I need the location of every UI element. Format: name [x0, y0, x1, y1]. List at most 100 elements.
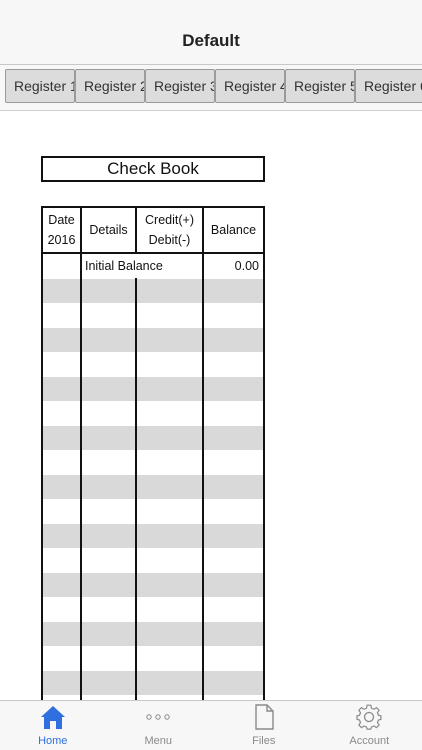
row-credit-cell[interactable] [135, 303, 202, 328]
row-credit-cell[interactable] [135, 328, 202, 353]
row-details-cell[interactable] [80, 450, 135, 475]
ledger-row[interactable] [43, 597, 263, 622]
tab-menu[interactable]: Menu [106, 701, 212, 750]
row-balance-cell [202, 450, 263, 475]
row-details-cell[interactable] [80, 597, 135, 622]
row-details-cell[interactable] [80, 671, 135, 696]
row-details-cell[interactable] [80, 622, 135, 647]
header-credit-debit: Credit(+) Debit(-) [135, 208, 202, 252]
row-date-cell[interactable] [43, 646, 80, 671]
row-date-cell[interactable] [43, 524, 80, 549]
ledger-row[interactable] [43, 401, 263, 426]
row-date-cell[interactable] [43, 499, 80, 524]
row-credit-cell[interactable] [135, 524, 202, 549]
ledger-row[interactable] [43, 523, 263, 549]
register-tab-5[interactable]: Register 5 [285, 69, 355, 103]
row-date-cell[interactable] [43, 377, 80, 402]
row-date-cell[interactable] [43, 573, 80, 598]
row-credit-cell[interactable] [135, 352, 202, 377]
row-credit-cell[interactable] [135, 475, 202, 500]
row-details-cell[interactable] [80, 524, 135, 549]
register-tab-2[interactable]: Register 2 [75, 69, 145, 103]
row-details-cell[interactable] [80, 279, 135, 304]
initial-balance-row[interactable]: Initial Balance 0.00 [43, 254, 263, 279]
row-details-cell[interactable] [80, 401, 135, 426]
row-credit-cell[interactable] [135, 671, 202, 696]
ledger-row[interactable] [43, 376, 263, 402]
row-date-cell[interactable] [43, 328, 80, 353]
ledger-row[interactable] [43, 572, 263, 598]
ledger-row[interactable] [43, 474, 263, 500]
header-debit-label: Debit(-) [148, 233, 191, 247]
ledger-row[interactable] [43, 278, 263, 304]
tab-account[interactable]: Account [317, 701, 422, 750]
row-date-cell[interactable] [43, 279, 80, 304]
row-date-cell[interactable] [43, 254, 80, 279]
row-details-cell[interactable] [80, 548, 135, 573]
ledger-row[interactable] [43, 425, 263, 451]
ledger-row[interactable] [43, 327, 263, 353]
row-balance-cell [202, 597, 263, 622]
ledger-row[interactable] [43, 499, 263, 524]
row-credit-cell[interactable] [135, 279, 202, 304]
row-date-cell[interactable] [43, 671, 80, 696]
ledger-row[interactable] [43, 303, 263, 328]
row-date-cell[interactable] [43, 303, 80, 328]
register-tab-6[interactable]: Register 6 [355, 69, 422, 103]
row-details-cell[interactable] [80, 646, 135, 671]
divider-credit [202, 208, 204, 700]
row-balance-cell [202, 499, 263, 524]
row-details-cell[interactable] [80, 426, 135, 451]
row-credit-cell[interactable] [135, 377, 202, 402]
row-date-cell[interactable] [43, 622, 80, 647]
row-credit-cell[interactable] [135, 573, 202, 598]
row-date-cell[interactable] [43, 401, 80, 426]
ledger-row[interactable] [43, 548, 263, 573]
row-date-cell[interactable] [43, 352, 80, 377]
header-credit-label: Credit(+) [145, 213, 194, 227]
row-details-cell[interactable] [80, 499, 135, 524]
row-date-cell[interactable] [43, 475, 80, 500]
row-credit-cell[interactable] [135, 622, 202, 647]
row-date-cell[interactable] [43, 597, 80, 622]
file-icon [254, 702, 274, 732]
register-tab-4[interactable]: Register 4 [215, 69, 285, 103]
divider-details [135, 278, 137, 700]
register-tab-1[interactable]: Register 1 [5, 69, 75, 103]
ledger-row[interactable] [43, 646, 263, 671]
row-details-cell[interactable] [80, 475, 135, 500]
row-credit-cell[interactable] [135, 401, 202, 426]
row-credit-cell[interactable] [135, 499, 202, 524]
row-details-cell[interactable] [80, 377, 135, 402]
row-date-cell[interactable] [43, 548, 80, 573]
row-details-cell[interactable] [80, 303, 135, 328]
row-credit-cell[interactable] [135, 646, 202, 671]
register-tab-3[interactable]: Register 3 [145, 69, 215, 103]
header-date-year: 2016 [47, 233, 76, 247]
row-credit-cell[interactable] [135, 548, 202, 573]
header-details: Details [80, 208, 135, 252]
row-details-cell[interactable] [80, 573, 135, 598]
checkbook-ledger: Date 2016 Details Credit(+) Debit(-) Bal… [41, 206, 265, 700]
tab-files-label: Files [252, 735, 276, 747]
row-balance-cell [202, 279, 263, 304]
ledger-row[interactable] [43, 352, 263, 377]
ledger-header: Date 2016 Details Credit(+) Debit(-) Bal… [43, 208, 263, 254]
row-credit-cell[interactable] [135, 450, 202, 475]
ledger-row[interactable] [43, 621, 263, 647]
row-details-cell[interactable] [80, 352, 135, 377]
row-balance-cell [202, 524, 263, 549]
row-date-cell[interactable] [43, 426, 80, 451]
page-title: Default [182, 31, 240, 50]
tab-files[interactable]: Files [211, 701, 317, 750]
tab-home[interactable]: Home [0, 701, 106, 750]
ledger-row[interactable] [43, 450, 263, 475]
row-credit-cell[interactable] [135, 426, 202, 451]
row-date-cell[interactable] [43, 450, 80, 475]
row-credit-cell[interactable] [135, 597, 202, 622]
ledger-row[interactable] [43, 670, 263, 696]
row-details-cell[interactable] [80, 328, 135, 353]
row-credit-cell[interactable] [135, 254, 202, 279]
row-balance-cell [202, 377, 263, 402]
register-tabs: Register 1 Register 2 Register 3 Registe… [0, 65, 422, 111]
